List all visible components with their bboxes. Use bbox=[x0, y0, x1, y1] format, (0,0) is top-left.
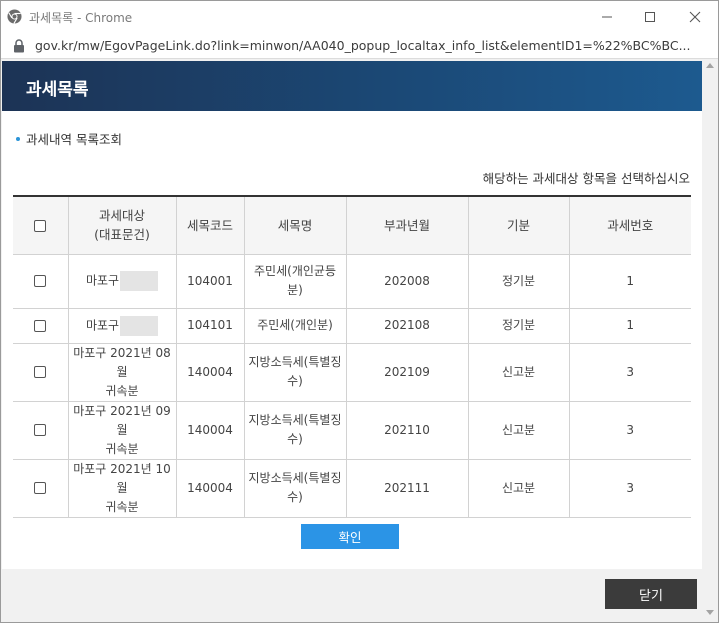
minimize-button[interactable] bbox=[584, 1, 630, 33]
instruction-text: 해당하는 과세대상 항목을 선택하십시오 bbox=[482, 171, 690, 186]
header-tax-name: 세목명 bbox=[244, 196, 347, 255]
scroll-up-arrow-icon[interactable] bbox=[706, 63, 714, 68]
header-select-all bbox=[13, 196, 69, 255]
scroll-down-arrow-icon[interactable] bbox=[706, 610, 714, 615]
tax-code-cell: 140004 bbox=[176, 459, 245, 518]
levy-month-cell: 202109 bbox=[346, 343, 469, 402]
window-close-button[interactable] bbox=[672, 1, 718, 33]
tax-name-cell: 지방소득세(특별징 수) bbox=[244, 343, 347, 402]
tax-name-cell: 주민세(개인균등 분) bbox=[244, 254, 347, 309]
period-type-cell: 신고분 bbox=[468, 401, 570, 460]
target-cell: 마포구 bbox=[68, 254, 177, 309]
tax-code-cell: 140004 bbox=[176, 343, 245, 402]
levy-month-cell: 202111 bbox=[346, 459, 469, 518]
content-area: 과세내역 목록조회 해당하는 과세대상 항목을 선택하십시오 과세대상 (대표문건… bbox=[2, 111, 702, 569]
tax-code-cell: 140004 bbox=[176, 401, 245, 460]
table-row[interactable]: 마포구 2021년 08월 귀속분 140004 지방소득세(특별징 수) 2021… bbox=[13, 343, 691, 402]
tax-number-cell: 3 bbox=[569, 343, 691, 402]
table-header-row: 과세대상 (대표문건) 세목코드 세목명 부과년월 기분 과세번호 bbox=[13, 196, 691, 255]
close-button[interactable]: 닫기 bbox=[605, 579, 697, 609]
browser-window: 과세목록 - Chrome gov.kr/mw/EgovPageLink.do?… bbox=[0, 0, 719, 623]
vertical-scrollbar[interactable] bbox=[702, 59, 718, 622]
header-target: 과세대상 (대표문건) bbox=[68, 196, 177, 255]
row-checkbox[interactable] bbox=[34, 424, 47, 436]
section-title: 과세내역 목록조회 bbox=[16, 129, 122, 148]
period-type-cell: 정기분 bbox=[468, 254, 570, 309]
chrome-icon bbox=[7, 9, 22, 24]
popup-footer: 닫기 bbox=[2, 569, 702, 622]
period-type-cell: 신고분 bbox=[468, 343, 570, 402]
levy-month-cell: 202110 bbox=[346, 401, 469, 460]
tax-name-cell: 지방소득세(특별징 수) bbox=[244, 459, 347, 518]
tax-name-cell: 주민세(개인분) bbox=[244, 308, 347, 344]
period-type-cell: 신고분 bbox=[468, 459, 570, 518]
address-bar[interactable]: gov.kr/mw/EgovPageLink.do?link=minwon/AA… bbox=[1, 33, 718, 59]
page-title: 과세목록 bbox=[26, 80, 89, 100]
target-cell: 마포구 bbox=[68, 308, 177, 344]
header-tax-number: 과세번호 bbox=[569, 196, 691, 255]
target-cell: 마포구 2021년 09월 귀속분 bbox=[68, 401, 177, 460]
row-checkbox[interactable] bbox=[34, 366, 47, 378]
maximize-button[interactable] bbox=[627, 1, 673, 33]
row-checkbox[interactable] bbox=[34, 319, 47, 332]
title-bar: 과세목록 - Chrome bbox=[1, 1, 718, 33]
tax-number-cell: 1 bbox=[569, 308, 691, 344]
target-cell: 마포구 2021년 08월 귀속분 bbox=[68, 343, 177, 402]
redacted-block bbox=[120, 315, 159, 336]
bullet-icon bbox=[16, 136, 20, 141]
tax-name-cell: 지방소득세(특별징 수) bbox=[244, 401, 347, 460]
redacted-block bbox=[120, 271, 159, 291]
table-row[interactable]: 마포구 2021년 10월 귀속분 140004 지방소득세(특별징 수) 2021… bbox=[13, 459, 691, 518]
tax-code-cell: 104101 bbox=[176, 308, 245, 344]
confirm-button[interactable]: 확인 bbox=[301, 524, 399, 549]
window-title: 과세목록 - Chrome bbox=[29, 11, 133, 25]
lock-icon bbox=[14, 39, 24, 53]
row-checkbox[interactable] bbox=[34, 482, 47, 494]
target-cell: 마포구 2021년 10월 귀속분 bbox=[68, 459, 177, 518]
tax-list-table: 과세대상 (대표문건) 세목코드 세목명 부과년월 기분 과세번호 마포구 104… bbox=[13, 195, 691, 518]
period-type-cell: 정기분 bbox=[468, 308, 570, 344]
levy-month-cell: 202008 bbox=[346, 254, 469, 309]
table-row[interactable]: 마포구 104001 주민세(개인균등 분) 202008 정기분 1 bbox=[13, 254, 691, 309]
popup-header: 과세목록 bbox=[2, 61, 702, 111]
select-all-checkbox[interactable] bbox=[34, 220, 47, 233]
header-period-type: 기분 bbox=[468, 196, 570, 255]
minimize-icon bbox=[602, 16, 612, 18]
table-row[interactable]: 마포구 104101 주민세(개인분) 202108 정기분 1 bbox=[13, 308, 691, 344]
url-text: gov.kr/mw/EgovPageLink.do?link=minwon/AA… bbox=[35, 38, 691, 53]
tax-number-cell: 3 bbox=[569, 401, 691, 460]
section-title-text: 과세내역 목록조회 bbox=[26, 132, 122, 147]
close-icon bbox=[689, 11, 701, 23]
tax-number-cell: 1 bbox=[569, 254, 691, 309]
header-levy-month: 부과년월 bbox=[346, 196, 469, 255]
tax-code-cell: 104001 bbox=[176, 254, 245, 309]
levy-month-cell: 202108 bbox=[346, 308, 469, 344]
maximize-icon bbox=[645, 12, 655, 22]
header-tax-code: 세목코드 bbox=[176, 196, 245, 255]
table-row[interactable]: 마포구 2021년 09월 귀속분 140004 지방소득세(특별징 수) 2021… bbox=[13, 401, 691, 460]
tax-number-cell: 3 bbox=[569, 459, 691, 518]
row-checkbox[interactable] bbox=[34, 275, 47, 287]
